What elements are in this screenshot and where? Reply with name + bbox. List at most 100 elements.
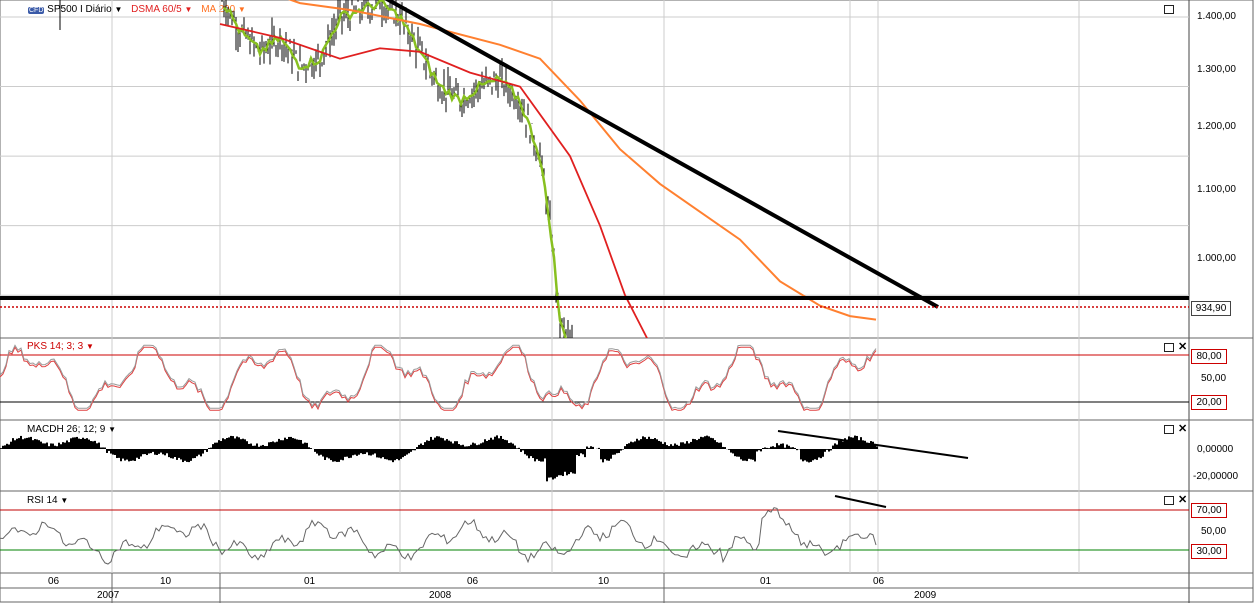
macd-histogram-bar [214,442,216,449]
macd-histogram-bar [122,449,124,459]
macd-histogram-bar [354,449,356,455]
macd-histogram-bar [716,442,718,449]
macd-histogram-bar [580,449,582,454]
macd-histogram-bar [400,449,402,459]
triangle-down-icon[interactable]: ▼ [60,496,68,505]
stoch-label[interactable]: PKS 14; 3; 3 ▼ [27,341,94,352]
macd-histogram-bar [36,439,38,449]
macd-histogram-bar [172,449,174,459]
macd-histogram-bar [328,449,330,459]
macd-histogram-bar [672,445,674,449]
chart-canvas[interactable] [0,0,1254,603]
macd-histogram-bar [654,438,656,449]
maximize-pane-icon[interactable] [1164,496,1174,505]
close-pane-icon[interactable]: ✕ [1178,424,1187,435]
macd-histogram-bar [78,438,80,449]
price-tick: 1.200,00 [1197,121,1236,132]
maximize-pane-icon[interactable] [1164,425,1174,434]
close-pane-icon[interactable]: ✕ [1178,342,1187,353]
macd-histogram-bar [294,438,296,449]
macd-histogram-bar [680,442,682,449]
macd-histogram-bar [754,449,756,462]
macd-histogram-bar [536,449,538,460]
macd-histogram-bar [184,449,186,461]
macd-histogram-bar [572,449,574,474]
macd-histogram-bar [424,442,426,449]
macd-histogram-bar [710,437,712,449]
macd-histogram-bar [562,449,564,477]
macd-histogram-bar [550,449,552,478]
macd-histogram-bar [52,443,54,449]
macd-histogram-bar [24,438,26,449]
macd-histogram-bar [96,443,98,449]
macd-histogram-bar [64,442,66,449]
triangle-down-icon[interactable]: ▼ [108,425,116,434]
macd-histogram-bar [702,437,704,449]
macd-histogram-bar [720,442,722,449]
x-year-label: 2009 [914,590,937,601]
x-month-label: 06 [48,576,60,587]
macd-histogram-bar [246,441,248,449]
stoch-level-20: 20,00 [1191,395,1227,410]
macd-histogram-bar [642,436,644,449]
macd-histogram-bar [238,437,240,449]
macd-histogram-bar [66,440,68,449]
rsi-label[interactable]: RSI 14 ▼ [27,495,68,506]
macd-histogram-bar [526,449,528,456]
macd-histogram-bar [708,436,710,449]
macd-histogram-bar [684,443,686,449]
macd-histogram-bar [444,440,446,449]
macd-histogram-bar [430,436,432,449]
macd-histogram-bar [374,449,376,454]
macd-histogram-bar [352,449,354,456]
macd-histogram-bar [296,439,298,449]
macd-histogram-bar [522,449,524,451]
macd-histogram-bar [32,440,34,449]
macd-histogram-bar [656,439,658,449]
macd-histogram-bar [570,449,572,473]
macd-histogram-bar [800,449,802,460]
macd-histogram-bar [756,449,758,452]
macd-histogram-bar [492,439,494,449]
macd-histogram-bar [794,447,796,449]
macd-label[interactable]: MACDH 26; 12; 9 ▼ [27,424,116,435]
macd-histogram-bar [648,436,650,449]
macd-histogram-bar [68,442,70,449]
macd-histogram-bar [466,446,468,449]
macd-histogram-bar [784,447,786,449]
macd-histogram-bar [834,443,836,449]
macd-histogram-bar [288,436,290,449]
macd-histogram-bar [862,440,864,449]
macd-level-neg: -20,00000 [1193,471,1239,482]
macd-histogram-bar [380,449,382,459]
macd-histogram-bar [440,437,442,449]
macd-histogram-bar [718,442,720,449]
macd-histogram-bar [138,449,140,459]
macd-histogram-bar [432,439,434,449]
macd-histogram-bar [638,440,640,449]
macd-histogram-bar [46,442,48,449]
macd-histogram-bar [408,449,410,454]
macd-histogram-bar [94,440,96,449]
macd-histogram-bar [832,445,834,449]
macd-histogram-bar [622,449,624,450]
macd-histogram-bar [386,449,388,460]
macd-histogram-bar [816,449,818,460]
macd-histogram-bar [624,446,626,449]
macd-histogram-bar [154,449,156,455]
macd-histogram-bar [852,437,854,449]
macd-histogram-bar [480,443,482,449]
close-pane-icon[interactable]: ✕ [1178,495,1187,506]
macd-histogram-bar [188,449,190,463]
macd-histogram-bar [558,449,560,476]
maximize-pane-icon[interactable] [1164,5,1174,14]
maximize-pane-icon[interactable] [1164,343,1174,352]
triangle-down-icon[interactable]: ▼ [86,342,94,351]
macd-histogram-bar [402,449,404,458]
macd-histogram-bar [0,448,2,449]
macd-histogram-bar [692,438,694,449]
macd-histogram-bar [476,445,478,449]
macd-histogram-bar [742,449,744,461]
macd-histogram-bar [548,449,550,478]
macd-histogram-bar [454,441,456,449]
